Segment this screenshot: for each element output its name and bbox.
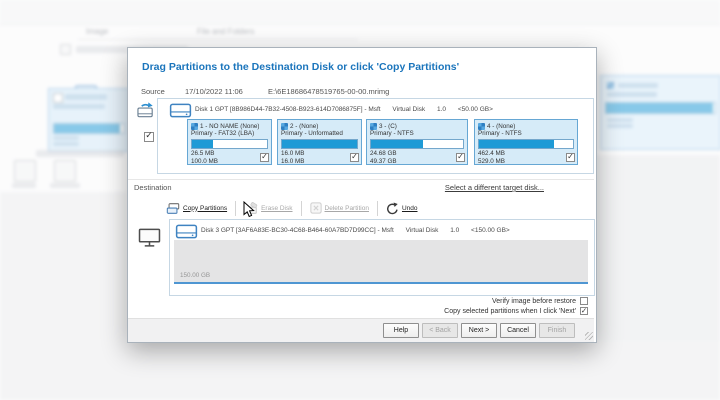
select-target-disk-link[interactable]: Select a different target disk... xyxy=(445,183,544,192)
partition-used: 16.0 MB xyxy=(281,150,358,158)
partition-fs: Primary - Unformatted xyxy=(281,130,358,138)
partition-usage-bar xyxy=(370,139,464,149)
partition-total: 529.0 MB xyxy=(478,158,574,166)
undo-button[interactable]: Undo xyxy=(386,202,418,215)
restore-disk-icon xyxy=(137,101,156,119)
destination-label: Destination xyxy=(134,183,172,192)
source-partition-4[interactable]: 4 - (None) Primary - NTFS 462.4 MB529.0 … xyxy=(474,119,578,165)
partition-name: 2 - (None) xyxy=(290,123,318,130)
cancel-button[interactable]: Cancel xyxy=(500,323,536,338)
destination-unallocated-space[interactable]: 150.00 GB xyxy=(174,240,588,284)
partition-used: 26.5 MB xyxy=(191,150,268,158)
source-disk-type: Virtual Disk xyxy=(392,106,425,113)
source-partitions: 1 - NO NAME (None) Primary - FAT32 (LBA)… xyxy=(187,119,578,167)
partition-used: 24.68 GB xyxy=(370,150,464,158)
partition-usage-bar xyxy=(281,139,358,149)
partition-checkbox[interactable]: ✓ xyxy=(566,153,575,162)
destination-disk-name: Disk 3 GPT [3AF6A83E-BC30-4C68-B464-60A7… xyxy=(201,227,394,234)
disk-icon xyxy=(169,103,192,119)
partition-total: 16.0 MB xyxy=(281,158,358,166)
toolbar-separator xyxy=(377,201,378,216)
partition-name: 4 - (None) xyxy=(487,123,515,130)
destination-disk-type: Virtual Disk xyxy=(406,227,439,234)
partition-name: 1 - NO NAME (None) xyxy=(200,123,259,130)
mouse-cursor xyxy=(243,201,255,219)
source-disk-name: Disk 1 GPT [8B986D44-7B32-4508-B923-614D… xyxy=(195,106,381,113)
monitor-icon xyxy=(138,228,161,247)
screen: Image File and Folders xyxy=(0,0,720,400)
resize-grip[interactable] xyxy=(585,332,593,340)
destination-disk-header: Disk 3 GPT [3AF6A83E-BC30-4C68-B464-60A7… xyxy=(201,227,520,234)
destination-disk-version: 1.0 xyxy=(450,227,459,234)
copy-partitions-button[interactable]: Copy Partitions xyxy=(166,202,227,215)
destination-disk-capacity: <150.00 GB> xyxy=(471,227,510,234)
source-disk-version: 1.0 xyxy=(437,106,446,113)
source-partition-1[interactable]: 1 - NO NAME (None) Primary - FAT32 (LBA)… xyxy=(187,119,272,165)
verify-image-option: Verify image before restore xyxy=(492,296,588,306)
unallocated-size: 150.00 GB xyxy=(180,272,210,279)
partition-total: 100.0 MB xyxy=(191,158,268,166)
restore-wizard-dialog: Drag Partitions to the Destination Disk … xyxy=(127,47,597,343)
source-timestamp: 17/10/2022 11:06 xyxy=(185,87,243,96)
verify-image-label: Verify image before restore xyxy=(492,298,576,305)
partition-name: 3 - (C) xyxy=(379,123,397,130)
partition-icon xyxy=(281,123,288,130)
source-partition-3[interactable]: 3 - (C) Primary - NTFS 24.68 GB49.37 GB … xyxy=(366,119,468,165)
verify-image-checkbox[interactable] xyxy=(580,297,588,305)
delete-partition-button[interactable]: Delete Partition xyxy=(310,202,369,214)
next-button[interactable]: Next > xyxy=(461,323,497,338)
help-button[interactable]: Help xyxy=(383,323,419,338)
partition-total: 49.37 GB xyxy=(370,158,464,166)
source-disk-checkbox[interactable]: ✓ xyxy=(144,132,154,142)
partition-fs: Primary - FAT32 (LBA) xyxy=(191,130,268,138)
source-image-file: E:\6E18686478519765-00-00.mrimg xyxy=(268,87,389,96)
partition-icon xyxy=(478,123,485,130)
partition-checkbox[interactable]: ✓ xyxy=(260,153,269,162)
source-disk-capacity: <50.00 GB> xyxy=(458,106,493,113)
partition-fs: Primary - NTFS xyxy=(478,130,574,138)
disk-icon xyxy=(175,224,198,240)
partition-usage-bar xyxy=(478,139,574,149)
toolbar-separator xyxy=(301,201,302,216)
copy-selected-checkbox[interactable]: ✓ xyxy=(580,307,588,315)
partition-icon xyxy=(370,123,377,130)
toolbar-separator xyxy=(235,201,236,216)
partition-usage-bar xyxy=(191,139,268,149)
copy-selected-option: Copy selected partitions when I click 'N… xyxy=(444,306,588,316)
partition-used: 462.4 MB xyxy=(478,150,574,158)
source-partition-2[interactable]: 2 - (None) Primary - Unformatted 16.0 MB… xyxy=(277,119,362,165)
partition-icon xyxy=(191,123,198,130)
finish-button[interactable]: Finish xyxy=(539,323,575,338)
destination-toolbar: Copy Partitions Erase Disk Delete Partit… xyxy=(166,198,418,218)
source-label: Source xyxy=(141,87,165,96)
section-divider xyxy=(128,179,594,180)
partition-checkbox[interactable]: ✓ xyxy=(350,153,359,162)
dialog-title: Drag Partitions to the Destination Disk … xyxy=(142,61,459,73)
partition-checkbox[interactable]: ✓ xyxy=(456,153,465,162)
delete-partition-icon xyxy=(310,202,322,214)
copy-partitions-icon xyxy=(166,202,180,215)
source-disk-header: Disk 1 GPT [8B986D44-7B32-4508-B923-614D… xyxy=(195,106,503,113)
back-button[interactable]: < Back xyxy=(422,323,458,338)
undo-icon xyxy=(386,202,399,215)
copy-selected-label: Copy selected partitions when I click 'N… xyxy=(444,308,576,315)
partition-fs: Primary - NTFS xyxy=(370,130,464,138)
